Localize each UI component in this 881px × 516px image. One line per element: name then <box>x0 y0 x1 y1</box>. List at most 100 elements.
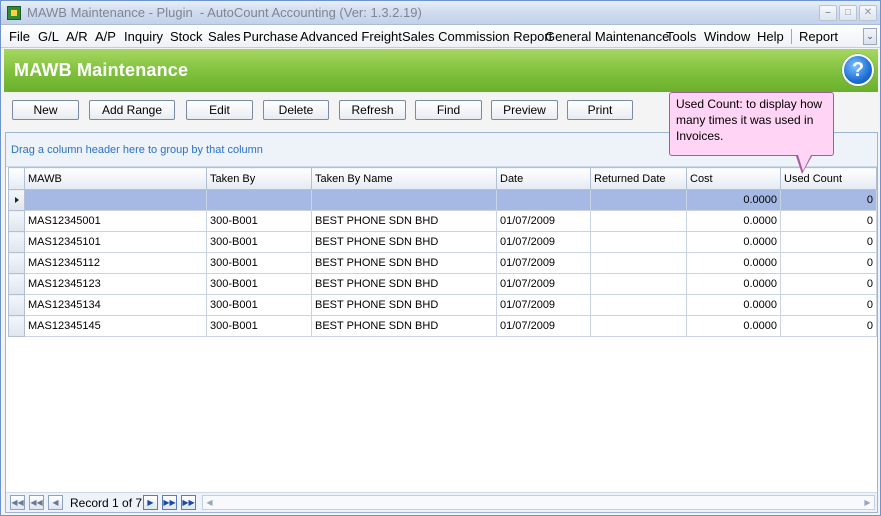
next-record-icon[interactable]: ▶ <box>143 495 158 510</box>
row-indicator[interactable] <box>8 252 25 274</box>
cell-taken-by[interactable]: 300-B001 <box>206 273 312 295</box>
menu-tools[interactable]: Tools <box>666 29 696 44</box>
print-button[interactable]: Print <box>567 100 633 120</box>
menu-sales[interactable]: Sales <box>208 29 241 44</box>
menu-purchase[interactable]: Purchase <box>243 29 298 44</box>
cell-mawb[interactable]: MAS12345145 <box>24 315 207 337</box>
cell-taken-by[interactable]: 300-B001 <box>206 294 312 316</box>
minimize-icon[interactable]: ⎯ <box>819 5 837 21</box>
close-icon[interactable]: ✕ <box>859 5 877 21</box>
cell-returned-date[interactable] <box>590 315 687 337</box>
cell-returned-date[interactable] <box>590 252 687 274</box>
cell-taken-by[interactable]: 300-B001 <box>206 231 312 253</box>
cell-date[interactable]: 01/07/2009 <box>496 315 591 337</box>
cell-mawb[interactable]: MAS12345001 <box>24 210 207 232</box>
new-row[interactable]: 0.0000 0 <box>8 189 877 211</box>
cell-mawb[interactable]: MAS12345101 <box>24 231 207 253</box>
scroll-left-icon[interactable]: ◀ <box>203 496 216 509</box>
find-button[interactable]: Find <box>415 100 482 120</box>
column-header-used-count[interactable]: Used Count <box>780 167 877 190</box>
row-indicator[interactable] <box>8 231 25 253</box>
row-indicator[interactable] <box>8 273 25 295</box>
cell-taken-by-name[interactable] <box>311 189 497 211</box>
column-header-cost[interactable]: Cost <box>686 167 781 190</box>
next-page-icon[interactable]: ▶▶ <box>162 495 177 510</box>
scroll-right-icon[interactable]: ▶ <box>861 496 874 509</box>
cell-mawb[interactable] <box>24 189 207 211</box>
table-row[interactable]: MAS12345001 300-B001 BEST PHONE SDN BHD … <box>8 210 877 232</box>
column-header-taken-by-name[interactable]: Taken By Name <box>311 167 497 190</box>
cell-date[interactable]: 01/07/2009 <box>496 294 591 316</box>
cell-date[interactable]: 01/07/2009 <box>496 273 591 295</box>
first-record-icon[interactable]: ◀◀ <box>10 495 25 510</box>
cell-taken-by[interactable] <box>206 189 312 211</box>
cell-mawb[interactable]: MAS12345123 <box>24 273 207 295</box>
menu-help[interactable]: Help <box>757 29 784 44</box>
menu-inquiry[interactable]: Inquiry <box>124 29 163 44</box>
cell-cost[interactable]: 0.0000 <box>686 210 781 232</box>
cell-taken-by-name[interactable]: BEST PHONE SDN BHD <box>311 294 497 316</box>
cell-taken-by[interactable]: 300-B001 <box>206 210 312 232</box>
menu-ap[interactable]: A/P <box>95 29 116 44</box>
row-indicator[interactable] <box>8 294 25 316</box>
cell-used-count[interactable]: 0 <box>780 189 877 211</box>
cell-cost[interactable]: 0.0000 <box>686 252 781 274</box>
table-row[interactable]: MAS12345101 300-B001 BEST PHONE SDN BHD … <box>8 231 877 253</box>
column-header-taken-by[interactable]: Taken By <box>206 167 312 190</box>
cell-mawb[interactable]: MAS12345112 <box>24 252 207 274</box>
cell-taken-by[interactable]: 300-B001 <box>206 315 312 337</box>
menu-general-maintenance[interactable]: General Maintenance <box>545 29 669 44</box>
table-row[interactable]: MAS12345123 300-B001 BEST PHONE SDN BHD … <box>8 273 877 295</box>
column-header-date[interactable]: Date <box>496 167 591 190</box>
cell-cost[interactable]: 0.0000 <box>686 273 781 295</box>
table-row[interactable]: MAS12345134 300-B001 BEST PHONE SDN BHD … <box>8 294 877 316</box>
cell-cost[interactable]: 0.0000 <box>686 294 781 316</box>
column-header-mawb[interactable]: MAWB <box>24 167 207 190</box>
cell-used-count[interactable]: 0 <box>780 273 877 295</box>
cell-mawb[interactable]: MAS12345134 <box>24 294 207 316</box>
cell-returned-date[interactable] <box>590 273 687 295</box>
cell-used-count[interactable]: 0 <box>780 315 877 337</box>
cell-used-count[interactable]: 0 <box>780 231 877 253</box>
help-icon[interactable]: ? <box>842 54 874 86</box>
horizontal-scrollbar[interactable]: ◀ ▶ <box>202 495 875 510</box>
last-record-icon[interactable]: ▶▶ <box>181 495 196 510</box>
cell-cost[interactable]: 0.0000 <box>686 231 781 253</box>
cell-returned-date[interactable] <box>590 210 687 232</box>
menu-advanced-freight[interactable]: Advanced Freight <box>300 29 402 44</box>
row-indicator[interactable] <box>8 315 25 337</box>
menu-report[interactable]: Report <box>799 29 838 44</box>
cell-date[interactable]: 01/07/2009 <box>496 231 591 253</box>
cell-taken-by-name[interactable]: BEST PHONE SDN BHD <box>311 273 497 295</box>
menu-ar[interactable]: A/R <box>66 29 88 44</box>
preview-button[interactable]: Preview <box>491 100 558 120</box>
cell-returned-date[interactable] <box>590 189 687 211</box>
maximize-icon[interactable]: □ <box>839 5 857 21</box>
cell-used-count[interactable]: 0 <box>780 294 877 316</box>
cell-date[interactable] <box>496 189 591 211</box>
cell-date[interactable]: 01/07/2009 <box>496 210 591 232</box>
cell-cost[interactable]: 0.0000 <box>686 189 781 211</box>
chevron-down-icon[interactable]: ⌄ <box>863 28 877 45</box>
cell-date[interactable]: 01/07/2009 <box>496 252 591 274</box>
cell-returned-date[interactable] <box>590 294 687 316</box>
cell-returned-date[interactable] <box>590 231 687 253</box>
column-header-returned-date[interactable]: Returned Date <box>590 167 687 190</box>
cell-cost[interactable]: 0.0000 <box>686 315 781 337</box>
cell-used-count[interactable]: 0 <box>780 252 877 274</box>
table-row[interactable]: MAS12345145 300-B001 BEST PHONE SDN BHD … <box>8 315 877 337</box>
menu-gl[interactable]: G/L <box>38 29 59 44</box>
add-range-button[interactable]: Add Range <box>89 100 175 120</box>
delete-button[interactable]: Delete <box>263 100 329 120</box>
cell-taken-by-name[interactable]: BEST PHONE SDN BHD <box>311 210 497 232</box>
cell-taken-by-name[interactable]: BEST PHONE SDN BHD <box>311 315 497 337</box>
cell-taken-by-name[interactable]: BEST PHONE SDN BHD <box>311 252 497 274</box>
cell-used-count[interactable]: 0 <box>780 210 877 232</box>
previous-record-icon[interactable]: ◀ <box>48 495 63 510</box>
menu-window[interactable]: Window <box>704 29 750 44</box>
cell-taken-by-name[interactable]: BEST PHONE SDN BHD <box>311 231 497 253</box>
refresh-button[interactable]: Refresh <box>339 100 406 120</box>
edit-button[interactable]: Edit <box>186 100 253 120</box>
menu-file[interactable]: File <box>9 29 30 44</box>
menu-sales-commission-report[interactable]: Sales Commission Report <box>402 29 552 44</box>
